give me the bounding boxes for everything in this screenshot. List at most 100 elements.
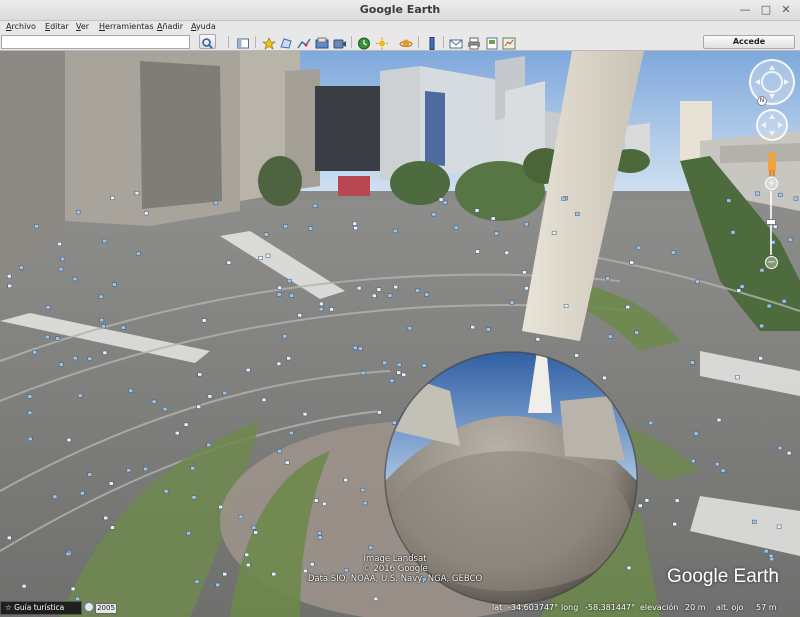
photo-marker-icon[interactable] <box>313 498 319 503</box>
photo-marker-icon[interactable] <box>726 198 732 203</box>
photo-marker-icon[interactable] <box>87 472 93 477</box>
photo-marker-icon[interactable] <box>776 524 782 529</box>
photo-marker-icon[interactable] <box>605 276 610 281</box>
photo-marker-icon[interactable] <box>494 231 499 236</box>
photo-marker-icon[interactable] <box>387 293 393 298</box>
tour-guide-button[interactable]: ☆ Guía turística <box>0 601 82 615</box>
photo-marker-icon[interactable] <box>288 430 294 435</box>
photo-marker-icon[interactable] <box>382 360 387 365</box>
photo-marker-icon[interactable] <box>282 334 288 339</box>
photo-marker-icon[interactable] <box>401 372 407 377</box>
menu-anadir[interactable]: Añadir <box>157 22 183 31</box>
photo-marker-icon[interactable] <box>302 412 308 417</box>
photo-marker-icon[interactable] <box>190 466 195 471</box>
photo-marker-icon[interactable] <box>317 535 323 540</box>
photo-marker-icon[interactable] <box>194 579 200 584</box>
email-icon[interactable] <box>449 35 463 49</box>
photo-marker-icon[interactable] <box>475 249 480 254</box>
photo-marker-icon[interactable] <box>143 467 148 472</box>
sidebar-toggle-icon[interactable] <box>236 35 250 49</box>
photo-marker-icon[interactable] <box>343 478 349 483</box>
minimize-icon[interactable]: — <box>738 3 752 17</box>
photo-marker-icon[interactable] <box>201 318 207 323</box>
photo-marker-icon[interactable] <box>362 501 368 506</box>
photo-marker-icon[interactable] <box>360 487 366 492</box>
zoom-out-button[interactable]: − <box>765 256 778 269</box>
photo-marker-icon[interactable] <box>102 238 107 243</box>
photo-marker-icon[interactable] <box>602 375 607 380</box>
photo-marker-icon[interactable] <box>98 294 104 299</box>
photo-marker-icon[interactable] <box>415 288 420 293</box>
photo-marker-icon[interactable] <box>55 336 60 341</box>
photo-marker-icon[interactable] <box>736 288 741 293</box>
photo-marker-icon[interactable] <box>52 494 58 499</box>
photo-marker-icon[interactable] <box>265 253 271 258</box>
photo-marker-icon[interactable] <box>607 334 613 339</box>
photo-marker-icon[interactable] <box>284 460 290 465</box>
photo-marker-icon[interactable] <box>197 372 202 377</box>
photo-marker-icon[interactable] <box>70 586 76 591</box>
photo-marker-icon[interactable] <box>27 394 33 399</box>
photo-marker-icon[interactable] <box>120 325 126 330</box>
photo-marker-icon[interactable] <box>263 232 269 237</box>
photo-marker-icon[interactable] <box>648 420 654 425</box>
photo-marker-icon[interactable] <box>714 462 720 467</box>
photo-marker-icon[interactable] <box>244 552 250 557</box>
photo-marker-icon[interactable] <box>75 210 81 215</box>
photo-marker-icon[interactable] <box>786 451 792 456</box>
photo-marker-icon[interactable] <box>690 360 695 365</box>
photo-marker-icon[interactable] <box>77 393 83 398</box>
photo-marker-icon[interactable] <box>474 208 480 213</box>
photo-marker-icon[interactable] <box>353 226 358 231</box>
photo-marker-icon[interactable] <box>720 468 726 473</box>
photo-marker-icon[interactable] <box>396 370 401 375</box>
print-icon[interactable] <box>467 35 481 50</box>
photo-marker-icon[interactable] <box>289 293 294 298</box>
photo-marker-icon[interactable] <box>636 245 642 250</box>
photo-marker-icon[interactable] <box>781 299 787 304</box>
photo-marker-icon[interactable] <box>358 346 363 351</box>
photo-marker-icon[interactable] <box>207 394 213 399</box>
photo-marker-icon[interactable] <box>72 356 78 361</box>
photo-marker-icon[interactable] <box>57 241 62 246</box>
photo-marker-icon[interactable] <box>162 407 168 412</box>
photo-marker-icon[interactable] <box>110 195 115 200</box>
photo-marker-icon[interactable] <box>174 431 180 436</box>
photo-marker-icon[interactable] <box>674 498 680 503</box>
photo-marker-icon[interactable] <box>163 489 169 494</box>
photo-marker-icon[interactable] <box>486 327 491 332</box>
photo-marker-icon[interactable] <box>563 304 569 309</box>
photo-marker-icon[interactable] <box>246 562 251 567</box>
photo-marker-icon[interactable] <box>373 596 379 601</box>
photo-marker-icon[interactable] <box>376 287 382 292</box>
photo-marker-icon[interactable] <box>396 362 402 367</box>
photo-marker-icon[interactable] <box>716 417 722 422</box>
photo-marker-icon[interactable] <box>58 267 64 272</box>
menu-herramientas[interactable]: Herramientas <box>99 22 154 31</box>
photo-marker-icon[interactable] <box>87 356 93 361</box>
photo-marker-icon[interactable] <box>258 256 263 261</box>
photo-marker-icon[interactable] <box>360 370 366 375</box>
photo-marker-icon[interactable] <box>777 446 783 451</box>
photo-marker-icon[interactable] <box>151 399 157 404</box>
photo-marker-icon[interactable] <box>393 285 399 290</box>
photo-marker-icon[interactable] <box>625 305 631 310</box>
photo-marker-icon[interactable] <box>389 378 395 383</box>
photo-marker-icon[interactable] <box>128 388 133 393</box>
photo-marker-icon[interactable] <box>253 530 258 535</box>
photo-marker-icon[interactable] <box>638 503 643 508</box>
maximize-icon[interactable]: □ <box>759 3 773 17</box>
photo-marker-icon[interactable] <box>283 224 288 229</box>
photo-marker-icon[interactable] <box>277 285 282 290</box>
photo-marker-icon[interactable] <box>136 251 141 256</box>
photo-marker-icon[interactable] <box>524 286 529 291</box>
historical-clock-icon[interactable] <box>84 602 94 612</box>
photo-marker-icon[interactable] <box>424 292 429 297</box>
photo-marker-icon[interactable] <box>353 345 358 350</box>
photo-marker-icon[interactable] <box>574 353 579 358</box>
photo-marker-icon[interactable] <box>80 491 85 496</box>
photo-marker-icon[interactable] <box>735 375 740 380</box>
photo-marker-icon[interactable] <box>99 318 104 323</box>
photo-marker-icon[interactable] <box>103 515 109 520</box>
photo-marker-icon[interactable] <box>755 191 760 196</box>
